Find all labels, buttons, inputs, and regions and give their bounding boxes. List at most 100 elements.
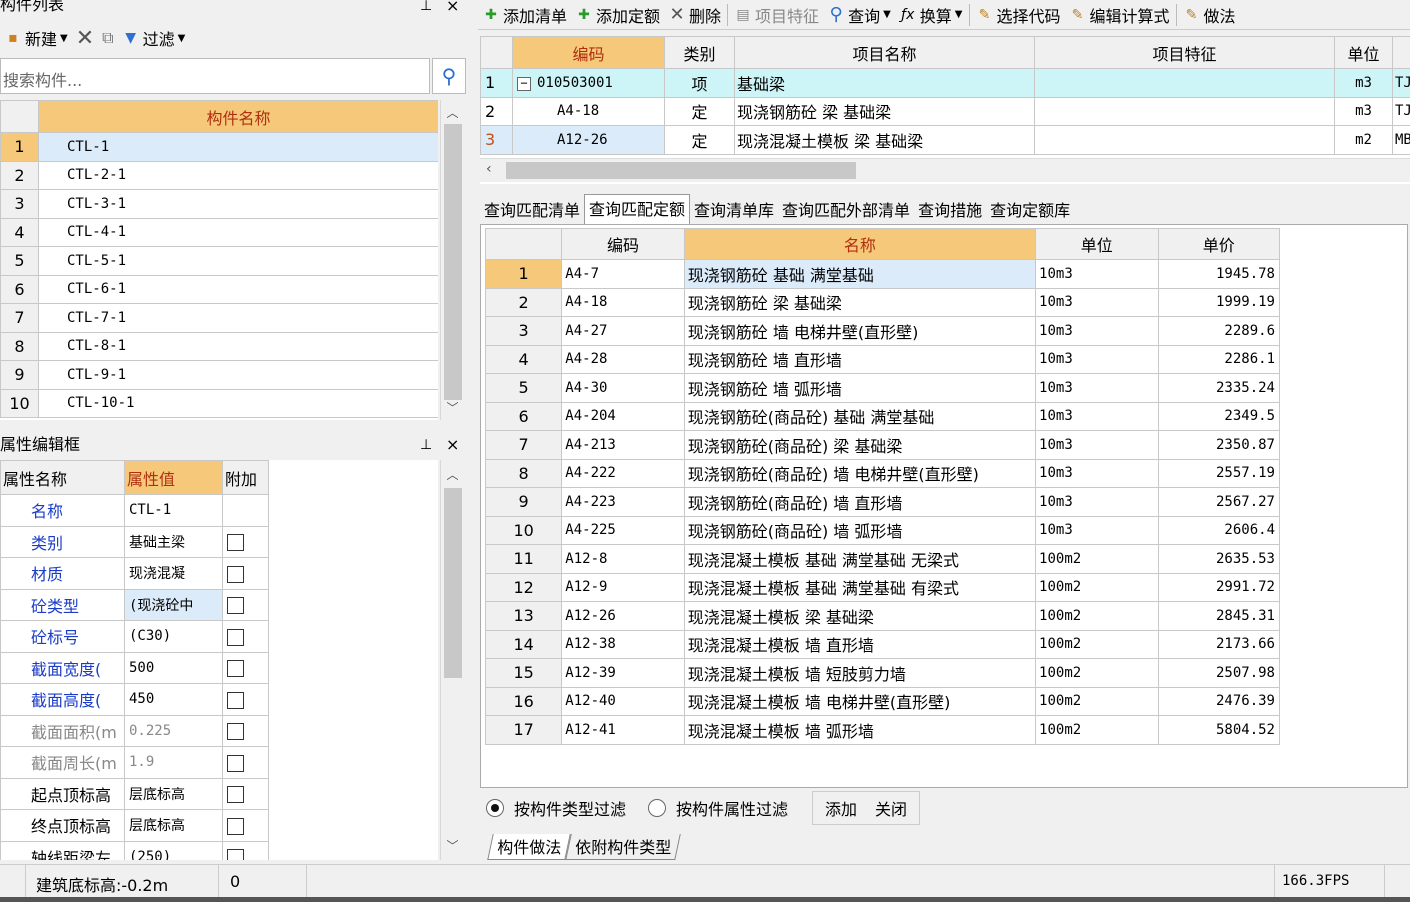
table-row[interactable]: 2A4-18现浇钢筋砼 梁 基础梁10m31999.19 bbox=[486, 288, 1280, 317]
delete-icon[interactable]: ✕ bbox=[72, 24, 98, 52]
table-row[interactable]: 3CTL-3-1 bbox=[1, 190, 439, 219]
quota-price-cell[interactable]: 2289.6 bbox=[1158, 317, 1280, 346]
table-row[interactable]: 7A4-213现浇钢筋砼(商品砼) 梁 基础梁10m32350.87 bbox=[486, 431, 1280, 460]
attach-checkbox[interactable] bbox=[227, 849, 244, 860]
quota-unit-cell[interactable]: 10m3 bbox=[1036, 431, 1158, 460]
filter-by-type-label[interactable]: 按构件类型过滤 bbox=[514, 796, 626, 820]
quota-code-cell[interactable]: A4-30 bbox=[562, 374, 684, 403]
quota-name-cell[interactable]: 现浇钢筋砼 墙 电梯井壁(直形壁) bbox=[684, 317, 1035, 346]
column-header-price[interactable]: 单价 bbox=[1158, 229, 1280, 260]
quota-price-cell[interactable]: 2349.5 bbox=[1158, 402, 1280, 431]
quota-unit-cell[interactable]: 10m3 bbox=[1036, 317, 1158, 346]
quota-name-cell[interactable]: 现浇钢筋砼(商品砼) 基础 满堂基础 bbox=[684, 402, 1035, 431]
add-quota-button[interactable]: ✚添加定额 bbox=[571, 0, 664, 29]
filter-by-type-radio[interactable] bbox=[486, 799, 504, 817]
table-row[interactable]: 9CTL-9-1 bbox=[1, 361, 439, 390]
unit-cell[interactable]: m3 bbox=[1335, 97, 1393, 126]
property-row[interactable]: 名称CTL-1 bbox=[1, 495, 269, 527]
quota-code-cell[interactable]: A12-9 bbox=[562, 573, 684, 602]
property-value-cell[interactable]: 层底标高 bbox=[125, 810, 223, 842]
property-value-cell[interactable]: (250) bbox=[125, 841, 223, 860]
column-header-code[interactable]: 编码 bbox=[562, 229, 684, 260]
component-name-cell[interactable]: CTL-6-1 bbox=[39, 275, 439, 304]
quota-code-cell[interactable]: A12-40 bbox=[562, 687, 684, 716]
search-input[interactable]: 搜索构件... bbox=[0, 58, 430, 94]
table-row[interactable]: 1A4-7现浇钢筋砼 基础 满堂基础10m31945.78 bbox=[486, 260, 1280, 289]
quota-name-cell[interactable]: 现浇钢筋砼(商品砼) 墙 弧形墙 bbox=[684, 516, 1035, 545]
pin-icon[interactable]: ⊥ bbox=[420, 436, 432, 454]
quota-name-cell[interactable]: 现浇混凝土模板 基础 满堂基础 无梁式 bbox=[684, 545, 1035, 574]
column-header-code[interactable]: 编码 bbox=[513, 37, 665, 69]
close-button[interactable]: 关闭 bbox=[875, 796, 907, 820]
component-name-cell[interactable]: CTL-4-1 bbox=[39, 218, 439, 247]
quota-price-cell[interactable]: 2557.19 bbox=[1158, 459, 1280, 488]
quota-name-cell[interactable]: 现浇钢筋砼 基础 满堂基础 bbox=[684, 260, 1035, 289]
scroll-thumb[interactable] bbox=[444, 488, 462, 678]
quota-name-cell[interactable]: 现浇混凝土模板 墙 短肢剪力墙 bbox=[684, 659, 1035, 688]
attach-checkbox[interactable] bbox=[227, 566, 244, 583]
item-feature-button[interactable]: ▤项目特征 bbox=[730, 0, 823, 29]
table-row[interactable]: 11A12-8现浇混凝土模板 基础 满堂基础 无梁式100m22635.53 bbox=[486, 545, 1280, 574]
feature-cell[interactable] bbox=[1035, 126, 1335, 155]
type-cell[interactable]: 定 bbox=[665, 126, 735, 155]
property-value-cell[interactable]: 1.9 bbox=[125, 747, 223, 779]
component-name-cell[interactable]: CTL-8-1 bbox=[39, 332, 439, 361]
feature-cell[interactable] bbox=[1035, 69, 1335, 98]
pin-icon[interactable]: ⊥ bbox=[420, 0, 432, 15]
property-value-cell[interactable]: 500 bbox=[125, 652, 223, 684]
convert-button[interactable]: ƒx换算▼ bbox=[895, 0, 967, 29]
table-row[interactable]: 6A4-204现浇钢筋砼(商品砼) 基础 满堂基础10m32349.5 bbox=[486, 402, 1280, 431]
quota-name-cell[interactable]: 现浇混凝土模板 墙 弧形墙 bbox=[684, 716, 1035, 745]
property-row[interactable]: 截面面积(m0.225 bbox=[1, 715, 269, 747]
quota-code-cell[interactable]: A12-26 bbox=[562, 602, 684, 631]
property-row[interactable]: 材质现浇混凝 bbox=[1, 558, 269, 590]
tab-query-3[interactable]: 查询匹配外部清单 bbox=[778, 198, 914, 224]
quota-code-cell[interactable]: A12-8 bbox=[562, 545, 684, 574]
table-row[interactable]: 1−010503001项基础梁m3TJ bbox=[481, 69, 1410, 98]
component-name-cell[interactable]: CTL-9-1 bbox=[39, 361, 439, 390]
column-header-unit[interactable]: 单位 bbox=[1335, 37, 1393, 69]
quota-unit-cell[interactable]: 100m2 bbox=[1036, 659, 1158, 688]
component-name-cell[interactable]: CTL-1 bbox=[39, 133, 439, 162]
extra-cell[interactable]: MB bbox=[1393, 126, 1410, 155]
filter-by-attr-label[interactable]: 按构件属性过滤 bbox=[676, 796, 788, 820]
table-row[interactable]: 5CTL-5-1 bbox=[1, 247, 439, 276]
quota-price-cell[interactable]: 2476.39 bbox=[1158, 687, 1280, 716]
quota-name-cell[interactable]: 现浇钢筋砼 墙 直形墙 bbox=[684, 345, 1035, 374]
attach-checkbox[interactable] bbox=[227, 755, 244, 772]
table-row[interactable]: 8CTL-8-1 bbox=[1, 332, 439, 361]
scroll-up-icon[interactable]: ︿ bbox=[441, 466, 464, 483]
property-row[interactable]: 截面周长(m1.9 bbox=[1, 747, 269, 779]
copy-icon[interactable]: ⧉ bbox=[98, 24, 117, 52]
quota-name-cell[interactable]: 现浇钢筋砼 墙 弧形墙 bbox=[684, 374, 1035, 403]
filter-by-attr-radio[interactable] bbox=[648, 799, 666, 817]
tab-query-2[interactable]: 查询清单库 bbox=[690, 198, 778, 224]
column-header-feature[interactable]: 项目特征 bbox=[1035, 37, 1335, 69]
table-row[interactable]: 12A12-9现浇混凝土模板 基础 满堂基础 有梁式100m22991.72 bbox=[486, 573, 1280, 602]
quota-code-cell[interactable]: A4-7 bbox=[562, 260, 684, 289]
add-list-button[interactable]: ✚添加清单 bbox=[478, 0, 571, 29]
property-value-cell[interactable]: CTL-1 bbox=[125, 495, 223, 527]
table-row[interactable]: 4A4-28现浇钢筋砼 墙 直形墙10m32286.1 bbox=[486, 345, 1280, 374]
column-header-name[interactable]: 项目名称 bbox=[735, 37, 1035, 69]
table-row[interactable]: 3A12-26定现浇混凝土模板 梁 基础梁m2MB bbox=[481, 126, 1410, 155]
close-icon[interactable]: × bbox=[446, 0, 459, 15]
table-row[interactable]: 2A4-18定现浇钢筋砼 梁 基础梁m3TJ bbox=[481, 97, 1410, 126]
quota-name-cell[interactable]: 现浇混凝土模板 基础 满堂基础 有梁式 bbox=[684, 573, 1035, 602]
quota-code-cell[interactable]: A12-38 bbox=[562, 630, 684, 659]
tab-query-1[interactable]: 查询匹配定额 bbox=[584, 194, 690, 224]
quota-code-cell[interactable]: A12-39 bbox=[562, 659, 684, 688]
attach-checkbox[interactable] bbox=[227, 597, 244, 614]
quota-code-cell[interactable]: A4-27 bbox=[562, 317, 684, 346]
quota-code-cell[interactable]: A4-204 bbox=[562, 402, 684, 431]
quota-unit-cell[interactable]: 100m2 bbox=[1036, 545, 1158, 574]
quota-unit-cell[interactable]: 100m2 bbox=[1036, 573, 1158, 602]
quota-name-cell[interactable]: 现浇混凝土模板 墙 直形墙 bbox=[684, 630, 1035, 659]
quota-unit-cell[interactable]: 100m2 bbox=[1036, 602, 1158, 631]
quota-unit-cell[interactable]: 10m3 bbox=[1036, 488, 1158, 517]
attach-checkbox[interactable] bbox=[227, 629, 244, 646]
table-row[interactable]: 16A12-40现浇混凝土模板 墙 电梯井壁(直形壁)100m22476.39 bbox=[486, 687, 1280, 716]
quota-name-cell[interactable]: 现浇钢筋砼(商品砼) 墙 直形墙 bbox=[684, 488, 1035, 517]
quota-name-cell[interactable]: 现浇钢筋砼 梁 基础梁 bbox=[684, 288, 1035, 317]
method-button[interactable]: ✎做法 bbox=[1179, 0, 1240, 29]
